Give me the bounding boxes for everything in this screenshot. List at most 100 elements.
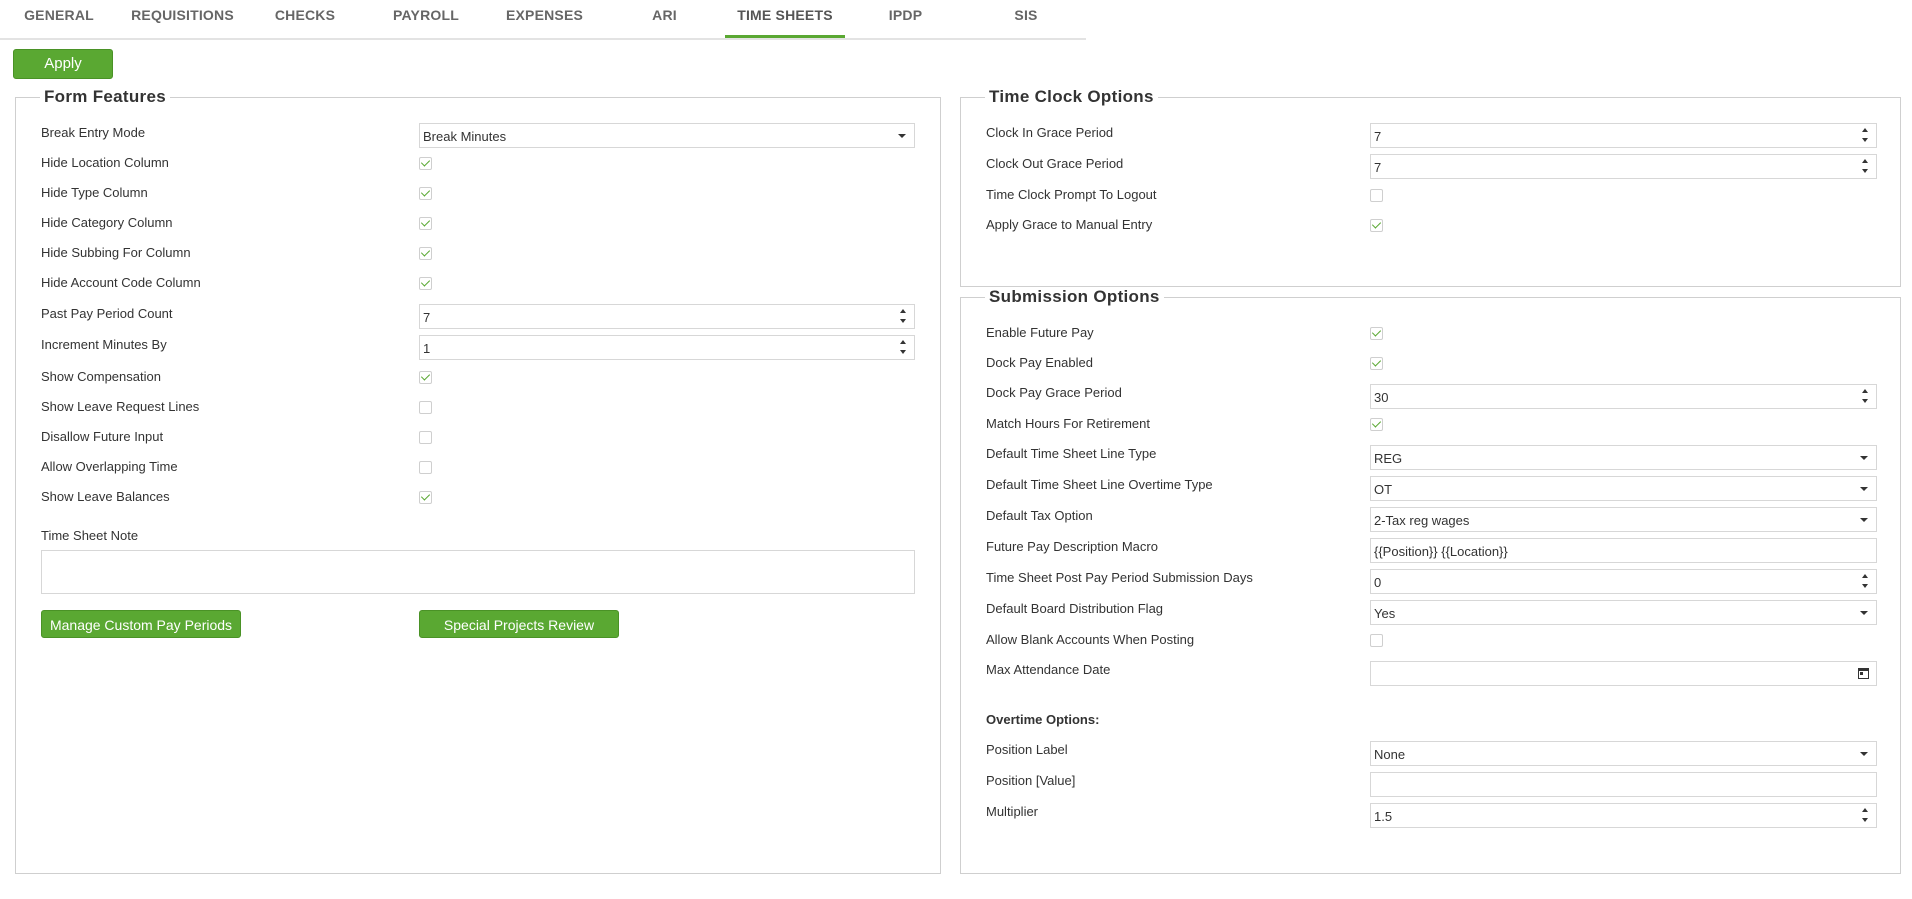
clock-in-grace-value: 7 (1374, 129, 1382, 144)
spinner-icon[interactable] (900, 339, 908, 356)
match-hours-retirement-label: Match Hours For Retirement (986, 416, 1150, 431)
spinner-icon[interactable] (1862, 388, 1870, 405)
tab-sis[interactable]: SIS (966, 0, 1086, 38)
default-tax-option-value: 2-Tax reg wages (1374, 513, 1470, 528)
dock-pay-enabled-checkbox[interactable] (1370, 357, 1383, 370)
allow-blank-accounts-label: Allow Blank Accounts When Posting (986, 632, 1195, 647)
prompt-to-logout-label: Time Clock Prompt To Logout (986, 187, 1157, 202)
clock-in-grace-input[interactable]: 7 (1370, 123, 1877, 148)
enable-future-pay-checkbox[interactable] (1370, 327, 1383, 340)
spinner-icon[interactable] (1862, 573, 1870, 590)
check-icon (420, 247, 431, 257)
multiplier-label: Multiplier (986, 804, 1039, 819)
allow-overlapping-time-checkbox[interactable] (419, 461, 432, 474)
break-entry-mode-label: Break Entry Mode (41, 125, 146, 140)
special-projects-review-button[interactable]: Special Projects Review (419, 610, 619, 638)
submission-panel: Submission Options Enable Future Pay Doc… (960, 287, 1901, 874)
dock-pay-grace-label: Dock Pay Grace Period (986, 385, 1122, 400)
prompt-to-logout-checkbox[interactable] (1370, 189, 1383, 202)
check-icon (1371, 327, 1382, 337)
position-label-value: None (1374, 747, 1406, 762)
tab-checks[interactable]: CHECKS (247, 0, 363, 38)
hide-subbing-checkbox[interactable] (419, 247, 432, 260)
hide-location-label: Hide Location Column (41, 155, 169, 170)
time-sheet-note-textarea[interactable] (41, 550, 915, 594)
default-overtime-type-label: Default Time Sheet Line Overtime Type (986, 477, 1213, 492)
show-leave-request-lines-checkbox[interactable] (419, 401, 432, 414)
tab-ipdp[interactable]: IPDP (845, 0, 966, 38)
future-pay-macro-input[interactable]: {{Position}} {{Location}} (1370, 538, 1877, 563)
future-pay-macro-value: {{Position}} {{Location}} (1374, 544, 1508, 559)
show-leave-balances-checkbox[interactable] (419, 491, 432, 504)
match-hours-retirement-checkbox[interactable] (1370, 418, 1383, 431)
future-pay-macro-label: Future Pay Description Macro (986, 539, 1158, 554)
apply-grace-manual-checkbox[interactable] (1370, 219, 1383, 232)
show-compensation-checkbox[interactable] (419, 371, 432, 384)
dock-pay-enabled-label: Dock Pay Enabled (986, 355, 1093, 370)
default-line-type-select[interactable]: REG (1370, 445, 1877, 470)
apply-button[interactable]: Apply (13, 49, 113, 79)
increment-minutes-input[interactable]: 1 (419, 335, 915, 360)
tab-payroll[interactable]: PAYROLL (363, 0, 489, 38)
chevron-down-icon (1860, 611, 1868, 615)
disallow-future-input-checkbox[interactable] (419, 431, 432, 444)
chevron-down-icon (1860, 752, 1868, 756)
past-pay-period-count-input[interactable]: 7 (419, 304, 915, 329)
spinner-icon[interactable] (1862, 807, 1870, 824)
board-distribution-label: Default Board Distribution Flag (986, 601, 1164, 616)
tab-requisitions[interactable]: REQUISITIONS (118, 0, 247, 38)
dock-pay-grace-input[interactable]: 30 (1370, 384, 1877, 409)
form-features-panel: Form Features Break Entry Mode Break Min… (15, 87, 941, 874)
disallow-future-input-label: Disallow Future Input (41, 429, 164, 444)
time-sheet-note-label: Time Sheet Note (41, 528, 139, 543)
clock-out-grace-value: 7 (1374, 160, 1382, 175)
max-attendance-date-label: Max Attendance Date (986, 662, 1111, 677)
clock-out-grace-label: Clock Out Grace Period (986, 156, 1124, 171)
check-icon (420, 371, 431, 381)
board-distribution-select[interactable]: Yes (1370, 600, 1877, 625)
tab-ari[interactable]: ARI (600, 0, 729, 38)
spinner-icon[interactable] (1862, 127, 1870, 144)
default-overtime-type-value: OT (1374, 482, 1393, 497)
check-icon (420, 491, 431, 501)
allow-overlapping-time-label: Allow Overlapping Time (41, 459, 178, 474)
check-icon (420, 157, 431, 167)
spinner-icon[interactable] (900, 308, 908, 325)
position-label-select[interactable]: None (1370, 741, 1877, 766)
calendar-icon[interactable] (1858, 668, 1869, 679)
position-value-input[interactable] (1370, 772, 1877, 797)
max-attendance-date-input[interactable] (1370, 661, 1877, 686)
board-distribution-value: Yes (1374, 606, 1396, 621)
position-value-label: Position [Value] (986, 773, 1076, 788)
hide-account-code-label: Hide Account Code Column (41, 275, 201, 290)
past-pay-period-count-label: Past Pay Period Count (41, 306, 173, 321)
time-clock-panel: Time Clock Options Clock In Grace Period… (960, 87, 1901, 287)
tab-expenses[interactable]: EXPENSES (489, 0, 600, 38)
show-leave-request-lines-label: Show Leave Request Lines (41, 399, 200, 414)
multiplier-value: 1.5 (1374, 809, 1393, 824)
form-features-title: Form Features (40, 87, 170, 107)
check-icon (1371, 418, 1382, 428)
default-overtime-type-select[interactable]: OT (1370, 476, 1877, 501)
break-entry-mode-value: Break Minutes (423, 129, 507, 144)
position-label-label: Position Label (986, 742, 1068, 757)
tab-time-sheets[interactable]: TIME SHEETS (725, 0, 845, 38)
hide-category-checkbox[interactable] (419, 217, 432, 230)
multiplier-input[interactable]: 1.5 (1370, 803, 1877, 828)
break-entry-mode-select[interactable]: Break Minutes (419, 123, 915, 148)
hide-location-checkbox[interactable] (419, 157, 432, 170)
allow-blank-accounts-checkbox[interactable] (1370, 634, 1383, 647)
hide-account-code-checkbox[interactable] (419, 277, 432, 290)
spinner-icon[interactable] (1862, 158, 1870, 175)
tab-general[interactable]: GENERAL (0, 0, 118, 38)
check-icon (1371, 219, 1382, 229)
default-tax-option-select[interactable]: 2-Tax reg wages (1370, 507, 1877, 532)
hide-type-checkbox[interactable] (419, 187, 432, 200)
apply-grace-manual-label: Apply Grace to Manual Entry (986, 217, 1153, 232)
manage-custom-pay-periods-button[interactable]: Manage Custom Pay Periods (41, 610, 241, 638)
default-line-type-value: REG (1374, 451, 1403, 466)
post-period-days-input[interactable]: 0 (1370, 569, 1877, 594)
increment-minutes-label: Increment Minutes By (41, 337, 167, 352)
check-icon (1371, 357, 1382, 367)
clock-out-grace-input[interactable]: 7 (1370, 154, 1877, 179)
